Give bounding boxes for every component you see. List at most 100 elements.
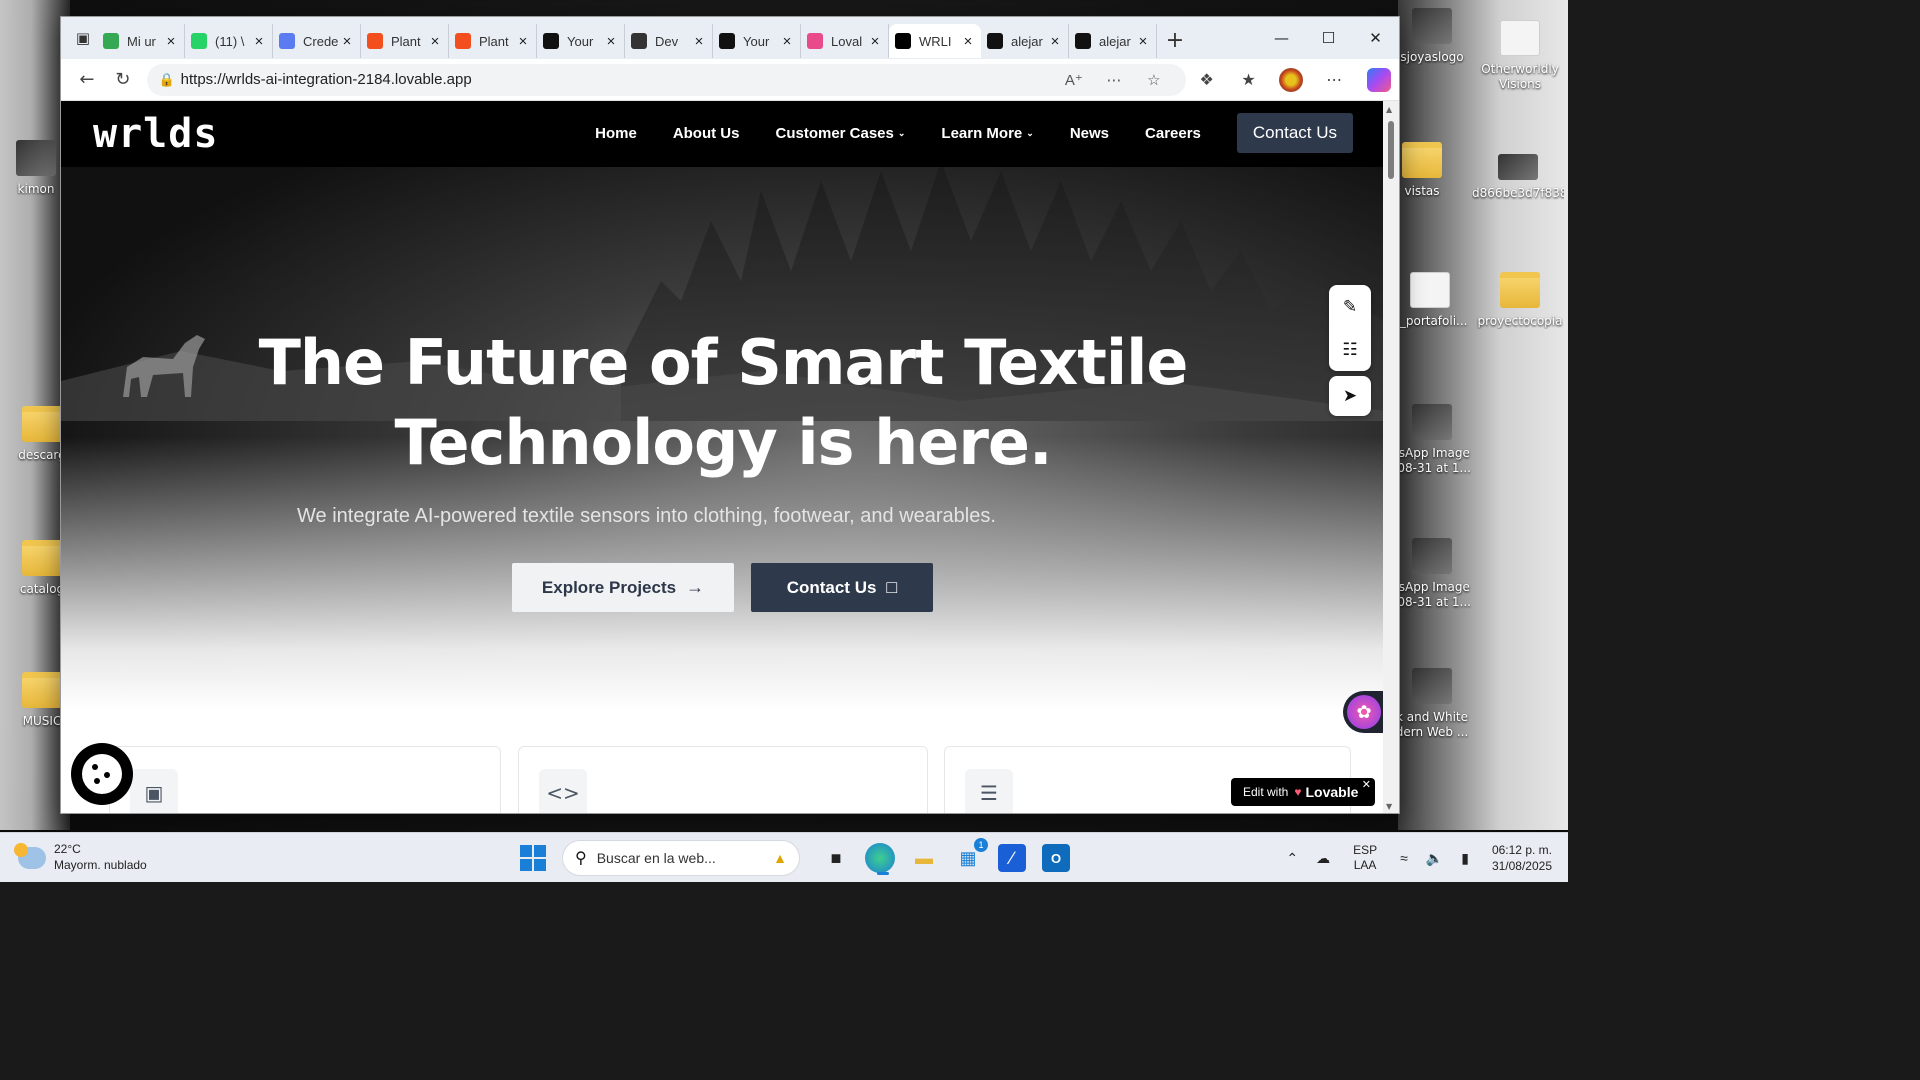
edit-wand-icon[interactable]: ✎ [1343,297,1357,317]
nav-about[interactable]: About Us [673,125,740,142]
browser-tab[interactable]: Dev × [625,24,713,58]
browser-tab[interactable]: Mi ur × [97,24,185,58]
nav-careers[interactable]: Careers [1145,125,1201,142]
calendar-icon[interactable]: ☷ [1342,340,1357,360]
browser-tab[interactable]: Loval × [801,24,889,58]
weather-widget[interactable]: 22°C Mayorm. nublado [14,841,147,873]
more-tools-icon[interactable]: ⋯ [1094,71,1134,89]
browser-tab[interactable]: alejar × [981,24,1069,58]
tab-title: Plant [391,33,421,49]
favorites-icon[interactable]: ★ [1228,70,1270,89]
settings-menu-icon[interactable]: ⋯ [1313,70,1355,89]
close-tab-icon[interactable]: × [516,33,530,50]
browser-tab[interactable]: Plant × [449,24,537,58]
close-window-icon[interactable]: ✕ [1352,17,1399,59]
close-tab-icon[interactable]: × [340,33,354,50]
site-info-icon[interactable]: 🔒 [159,72,181,88]
app-launcher-icon[interactable]: ∕ [998,844,1026,872]
nav-contact-button[interactable]: Contact Us [1236,113,1353,153]
close-tab-icon[interactable]: × [164,33,178,50]
outlook-icon[interactable]: O [1042,844,1070,872]
browser-tab[interactable]: WRLI × [889,24,981,58]
chevron-up-icon[interactable]: ⌃ [1286,850,1298,867]
onedrive-cloud-icon[interactable]: ☁ [1316,850,1330,867]
address-bar: ← ↻ 🔒 https://wrlds-ai-integration-2184.… [61,59,1399,101]
desktop-icon[interactable]: a_portafoli... [1390,272,1470,329]
edit-with-lovable-badge[interactable]: Edit with ♥ Lovable ✕ [1231,778,1375,806]
task-view-icon[interactable]: ■ [818,840,854,876]
volume-icon[interactable]: 🔈 [1426,850,1443,867]
url-input[interactable]: 🔒 https://wrlds-ai-integration-2184.lova… [146,63,1186,96]
desktop-icon[interactable]: sjoyaslogo [1392,8,1472,65]
copilot-icon[interactable] [1367,67,1391,92]
minimize-icon[interactable]: — [1258,17,1305,59]
desktop-icon[interactable]: d866be3d7f838... [1472,154,1564,201]
tab-actions-icon[interactable]: ▣ [69,24,97,52]
extensions-icon[interactable]: ❖ [1186,70,1228,89]
explore-projects-button[interactable]: Explore Projects → [512,563,734,612]
close-icon[interactable]: ✕ [1362,778,1371,791]
site-logo[interactable]: wrlds [93,111,218,157]
figma-icon [455,33,471,49]
contact-us-button[interactable]: Contact Us □ [751,563,933,612]
read-aloud-icon[interactable]: A⁺ [1054,71,1094,89]
github-icon [719,33,735,49]
input-language[interactable]: ESP LAA [1353,843,1377,873]
clock[interactable]: 06:12 p. m. 31/08/2025 [1492,842,1552,874]
desktop-icon[interactable]: tsApp Image -08-31 at 1... [1392,404,1472,476]
scroll-down-icon[interactable]: ▼ [1386,802,1392,811]
scroll-up-icon[interactable]: ▲ [1386,105,1392,114]
windows-start-icon[interactable] [520,845,546,871]
rocket-icon[interactable]: ➤ [1343,386,1357,406]
feature-card[interactable]: <> [518,746,928,813]
nav-customer-cases[interactable]: Customer Cases ⌄ [775,125,905,142]
file-explorer-icon[interactable]: ▬ [906,840,942,876]
nav-learn-more[interactable]: Learn More ⌄ [941,125,1033,142]
wifi-icon[interactable]: ≈ [1400,850,1408,866]
browser-tab[interactable]: Plant × [361,24,449,58]
nav-home[interactable]: Home [595,125,637,142]
feature-card[interactable]: ▣ [109,746,501,813]
close-tab-icon[interactable]: × [1136,33,1150,50]
scrollbar-thumb[interactable] [1388,121,1394,179]
tab-title: alejar [1099,33,1131,49]
page-scrollbar[interactable]: ▲ ▼ [1383,101,1399,813]
browser-tab[interactable]: Crede × [273,24,361,58]
desktop-icon[interactable]: proyectocopia [1476,272,1564,329]
close-tab-icon[interactable]: × [604,33,618,50]
close-tab-icon[interactable]: × [961,33,975,50]
desktop-icon[interactable]: k and White dern Web ... [1392,668,1472,740]
new-tab-button[interactable]: + [1159,24,1191,56]
maximize-icon[interactable]: ☐ [1305,17,1352,59]
profile-avatar[interactable] [1279,67,1304,92]
edge-browser-icon[interactable] [865,843,895,875]
back-icon[interactable]: ← [69,64,105,96]
cookie-icon [82,754,122,794]
microsoft-store-icon[interactable]: ▦ 1 [950,838,988,876]
desktop-icon-label: tsApp Image -08-31 at 1... [1393,580,1471,609]
close-tab-icon[interactable]: × [428,33,442,50]
browser-tab[interactable]: Your × [537,24,625,58]
browser-tab[interactable]: (11) \ × [185,24,273,58]
taskbar-search-input[interactable]: ⚲ Buscar en la web... ▲ [562,840,800,876]
document-icon [1410,272,1450,308]
browser-tab[interactable]: alejar × [1069,24,1157,58]
desktop-icon[interactable]: tsApp Image -08-31 at 1... [1392,538,1472,610]
battery-icon[interactable]: ▮ [1461,850,1469,867]
browser-tab[interactable]: Your × [713,24,801,58]
close-tab-icon[interactable]: × [780,33,794,50]
wrlds-icon [895,33,911,49]
close-tab-icon[interactable]: × [1048,33,1062,50]
nav-news[interactable]: News [1070,125,1109,142]
cookie-settings-button[interactable] [71,743,133,805]
favorite-star-icon[interactable]: ☆ [1134,71,1174,89]
desktop-icon[interactable]: Otherworldly Visions Colla... [1478,20,1562,92]
hero-headline-line1: The Future of Smart Textile [258,326,1189,399]
reload-icon[interactable]: ↻ [105,64,141,96]
message-icon: □ [886,577,898,597]
ai-chat-launcher[interactable]: ✿ [1343,691,1385,733]
close-tab-icon[interactable]: × [692,33,706,50]
close-tab-icon[interactable]: × [868,33,882,50]
desktop-icon-label: d866be3d7f838... [1472,186,1564,200]
close-tab-icon[interactable]: × [252,33,266,50]
